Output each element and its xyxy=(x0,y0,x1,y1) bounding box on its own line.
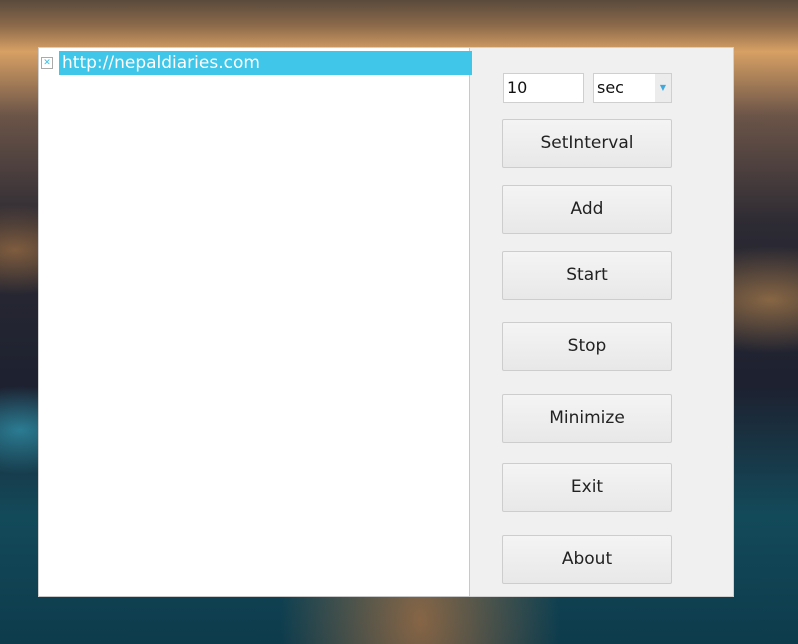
exit-button[interactable]: Exit xyxy=(502,463,672,512)
start-button[interactable]: Start xyxy=(502,251,672,300)
list-item[interactable]: ✕ http://nepaldiaries.com xyxy=(41,51,472,75)
stop-button[interactable]: Stop xyxy=(502,322,672,371)
add-button[interactable]: Add xyxy=(502,185,672,234)
url-list[interactable]: ✕ http://nepaldiaries.com xyxy=(39,48,472,597)
checkbox[interactable]: ✕ xyxy=(41,57,53,69)
unit-select[interactable]: sec ▼ xyxy=(593,73,672,103)
about-button[interactable]: About xyxy=(502,535,672,584)
list-item-label[interactable]: http://nepaldiaries.com xyxy=(59,51,472,75)
chevron-down-icon[interactable]: ▼ xyxy=(655,74,671,102)
interval-input[interactable]: 10 xyxy=(503,73,584,103)
unit-value: sec xyxy=(597,78,624,97)
set-interval-button[interactable]: SetInterval xyxy=(502,119,672,168)
app-window: ✕ http://nepaldiaries.com 10 sec ▼ SetInt… xyxy=(38,47,734,597)
minimize-button[interactable]: Minimize xyxy=(502,394,672,443)
